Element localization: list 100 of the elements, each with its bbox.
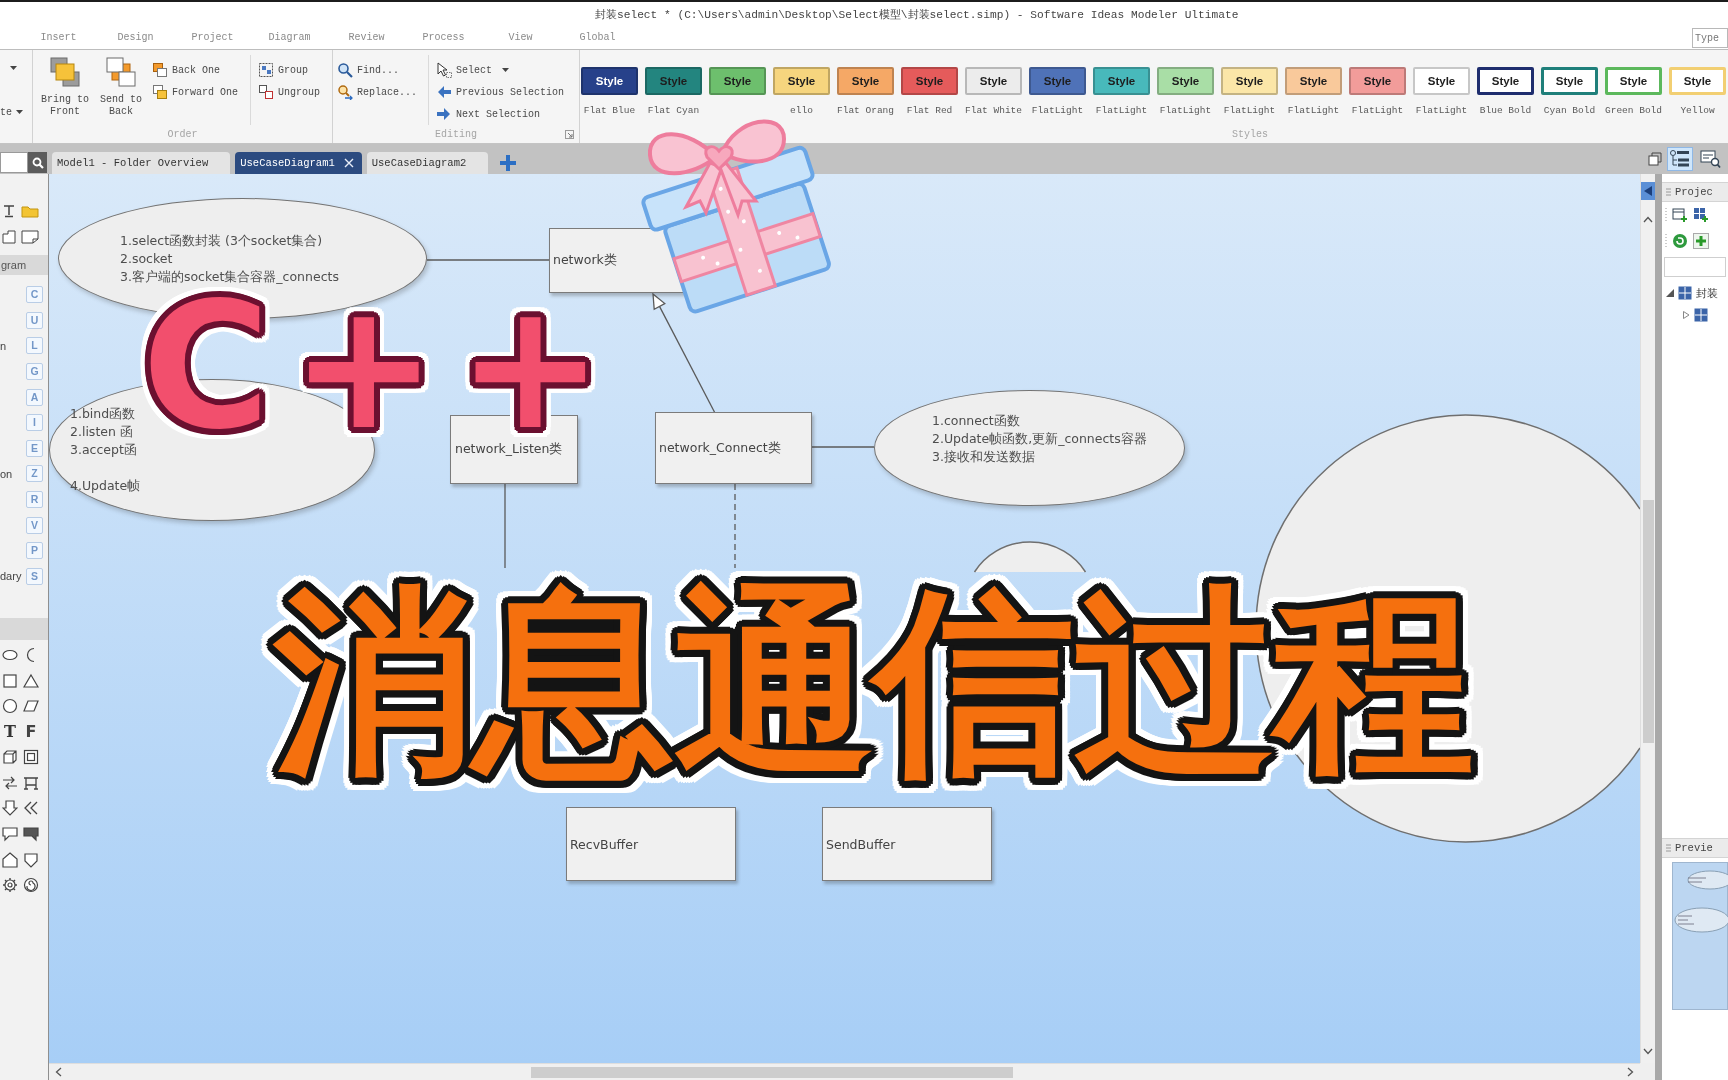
style-swatch[interactable]: Style [1029,67,1086,95]
chevron-up-icon[interactable] [1643,216,1653,223]
arrow-down-icon[interactable] [2,800,18,817]
ribbon-tab[interactable]: Project [174,27,251,49]
ribbon-tab[interactable]: View [482,27,559,49]
ribbon-button[interactable]: Select [434,60,511,80]
collapse-button[interactable] [1641,182,1655,200]
vertical-scrollbar[interactable] [1640,174,1655,1063]
chevron-down-icon[interactable] [1643,1048,1653,1055]
gear-icon[interactable] [2,877,18,894]
horizontal-scrollbar[interactable] [49,1063,1640,1080]
dropdown-button[interactable]: te [0,104,28,120]
style-swatch[interactable]: Style [901,67,958,95]
tree-item[interactable]: 封装 [1696,285,1718,301]
ribbon-button[interactable]: Group [256,60,310,80]
document-tab[interactable]: UseCaseDiagram1 [235,152,362,174]
tree-list-icon [1669,149,1691,169]
chevron-left-icon[interactable] [55,1067,62,1077]
tool-glyph[interactable]: T [2,722,18,741]
parallelogram-icon[interactable] [23,698,39,715]
grid-icon[interactable] [1678,286,1692,300]
swatch-caption: Flat Blue [583,105,636,117]
scrollbar-thumb[interactable] [531,1066,1013,1078]
diagram-add-icon[interactable] [1672,207,1688,223]
style-swatch[interactable]: Style [1477,67,1534,95]
ribbon-button[interactable]: Forward One [150,82,240,102]
grid-icon[interactable] [1694,308,1708,322]
ribbon-button[interactable]: Bring to Front [36,54,94,118]
style-swatch[interactable]: Style [1669,67,1726,95]
inner-square-icon[interactable] [23,749,39,766]
class-name: network_Listen类 [455,441,563,458]
expand-arrow-icon[interactable] [1682,311,1690,319]
refresh-icon[interactable] [1672,233,1688,249]
ribbon-tab[interactable]: Design [97,27,174,49]
cursor-icon [436,62,452,78]
style-swatch[interactable]: Style [773,67,830,95]
shield-icon[interactable] [23,851,39,868]
folder-icon [21,204,39,218]
plus-icon[interactable] [500,155,517,171]
filter-field[interactable] [1664,257,1726,277]
swatch-caption: ello [790,105,813,117]
panel-toggle-button[interactable] [1667,147,1693,171]
swatch-caption: FlatLight [1287,105,1340,117]
style-swatch[interactable]: Style [581,67,638,95]
chevron-right-icon[interactable] [1627,1067,1634,1077]
document-tab[interactable]: Model1 - Folder Overview [52,152,231,174]
callout-icon[interactable] [23,826,39,843]
double-arrow-icon[interactable] [2,774,18,791]
callout-icon[interactable] [2,826,18,843]
scrollbar-thumb[interactable] [1642,500,1654,743]
ribbon-tab[interactable]: Global [559,27,636,49]
note-text: 3.接收和发送数据 [932,448,1036,466]
style-swatch[interactable]: Style [1221,67,1278,95]
ribbon-button[interactable]: Send to Back [96,54,146,118]
document-tab[interactable]: UseCaseDiagram2 [366,152,489,174]
ribbon-button[interactable]: Back One [150,60,222,80]
triangle-icon[interactable] [23,672,39,689]
caret-down-icon [16,110,23,114]
spiral-icon[interactable] [23,877,39,894]
ribbon-tab[interactable]: Diagram [251,27,328,49]
ribbon-button[interactable]: Ungroup [256,82,322,102]
note-text: 4.Update帧 [70,477,142,495]
ribbon-button[interactable]: Previous Selection [434,82,567,102]
i-beam-icon [2,204,16,218]
ribbon-button[interactable]: Next Selection [434,104,542,124]
note-text: 3.accept函 [70,441,138,459]
dialog-launcher-icon[interactable] [565,129,574,139]
ribbon-tab[interactable]: Insert [20,27,97,49]
style-swatch[interactable]: Style [1157,67,1214,95]
style-swatch[interactable]: Style [837,67,894,95]
search-field[interactable] [0,152,28,173]
style-swatch[interactable]: Style [1285,67,1342,95]
window-title: 封装select * (C:\Users\admin\Desktop\Select模型\封装select.simp) - Software Ideas Modeler Ultimate [595,8,1239,22]
ribbon-tab[interactable]: Review [328,27,405,49]
square-icon[interactable] [2,672,18,689]
style-swatch[interactable]: Style [1413,67,1470,95]
pentagon-icon[interactable] [2,851,18,868]
ribbon-tab[interactable]: Process [405,27,482,49]
section-header [0,618,48,641]
close-icon[interactable] [343,158,354,168]
search-field[interactable]: Type [1692,28,1728,48]
expand-arrow-icon[interactable] [1666,289,1674,297]
window-icon[interactable] [1648,152,1662,166]
search-button[interactable] [28,152,47,173]
style-swatch[interactable]: Style [1093,67,1150,95]
style-swatch[interactable]: Style [1605,67,1662,95]
bracket-frame-icon[interactable] [23,774,39,791]
style-swatch[interactable]: Style [1541,67,1598,95]
cube-icon[interactable] [2,749,18,766]
style-swatch[interactable]: Style [709,67,766,95]
tool-glyph[interactable]: F [23,722,39,741]
style-swatch[interactable]: Style [965,67,1022,95]
circle-icon[interactable] [2,698,18,715]
plus-icon[interactable] [1693,233,1709,249]
ribbon-button[interactable]: Replace... [335,82,419,102]
double-chevron-icon[interactable] [23,800,39,817]
ribbon-button[interactable]: Find... [335,60,401,80]
style-swatch[interactable]: Style [1349,67,1406,95]
style-swatch[interactable]: Style [645,67,702,95]
grid-add-icon[interactable] [1693,207,1709,223]
